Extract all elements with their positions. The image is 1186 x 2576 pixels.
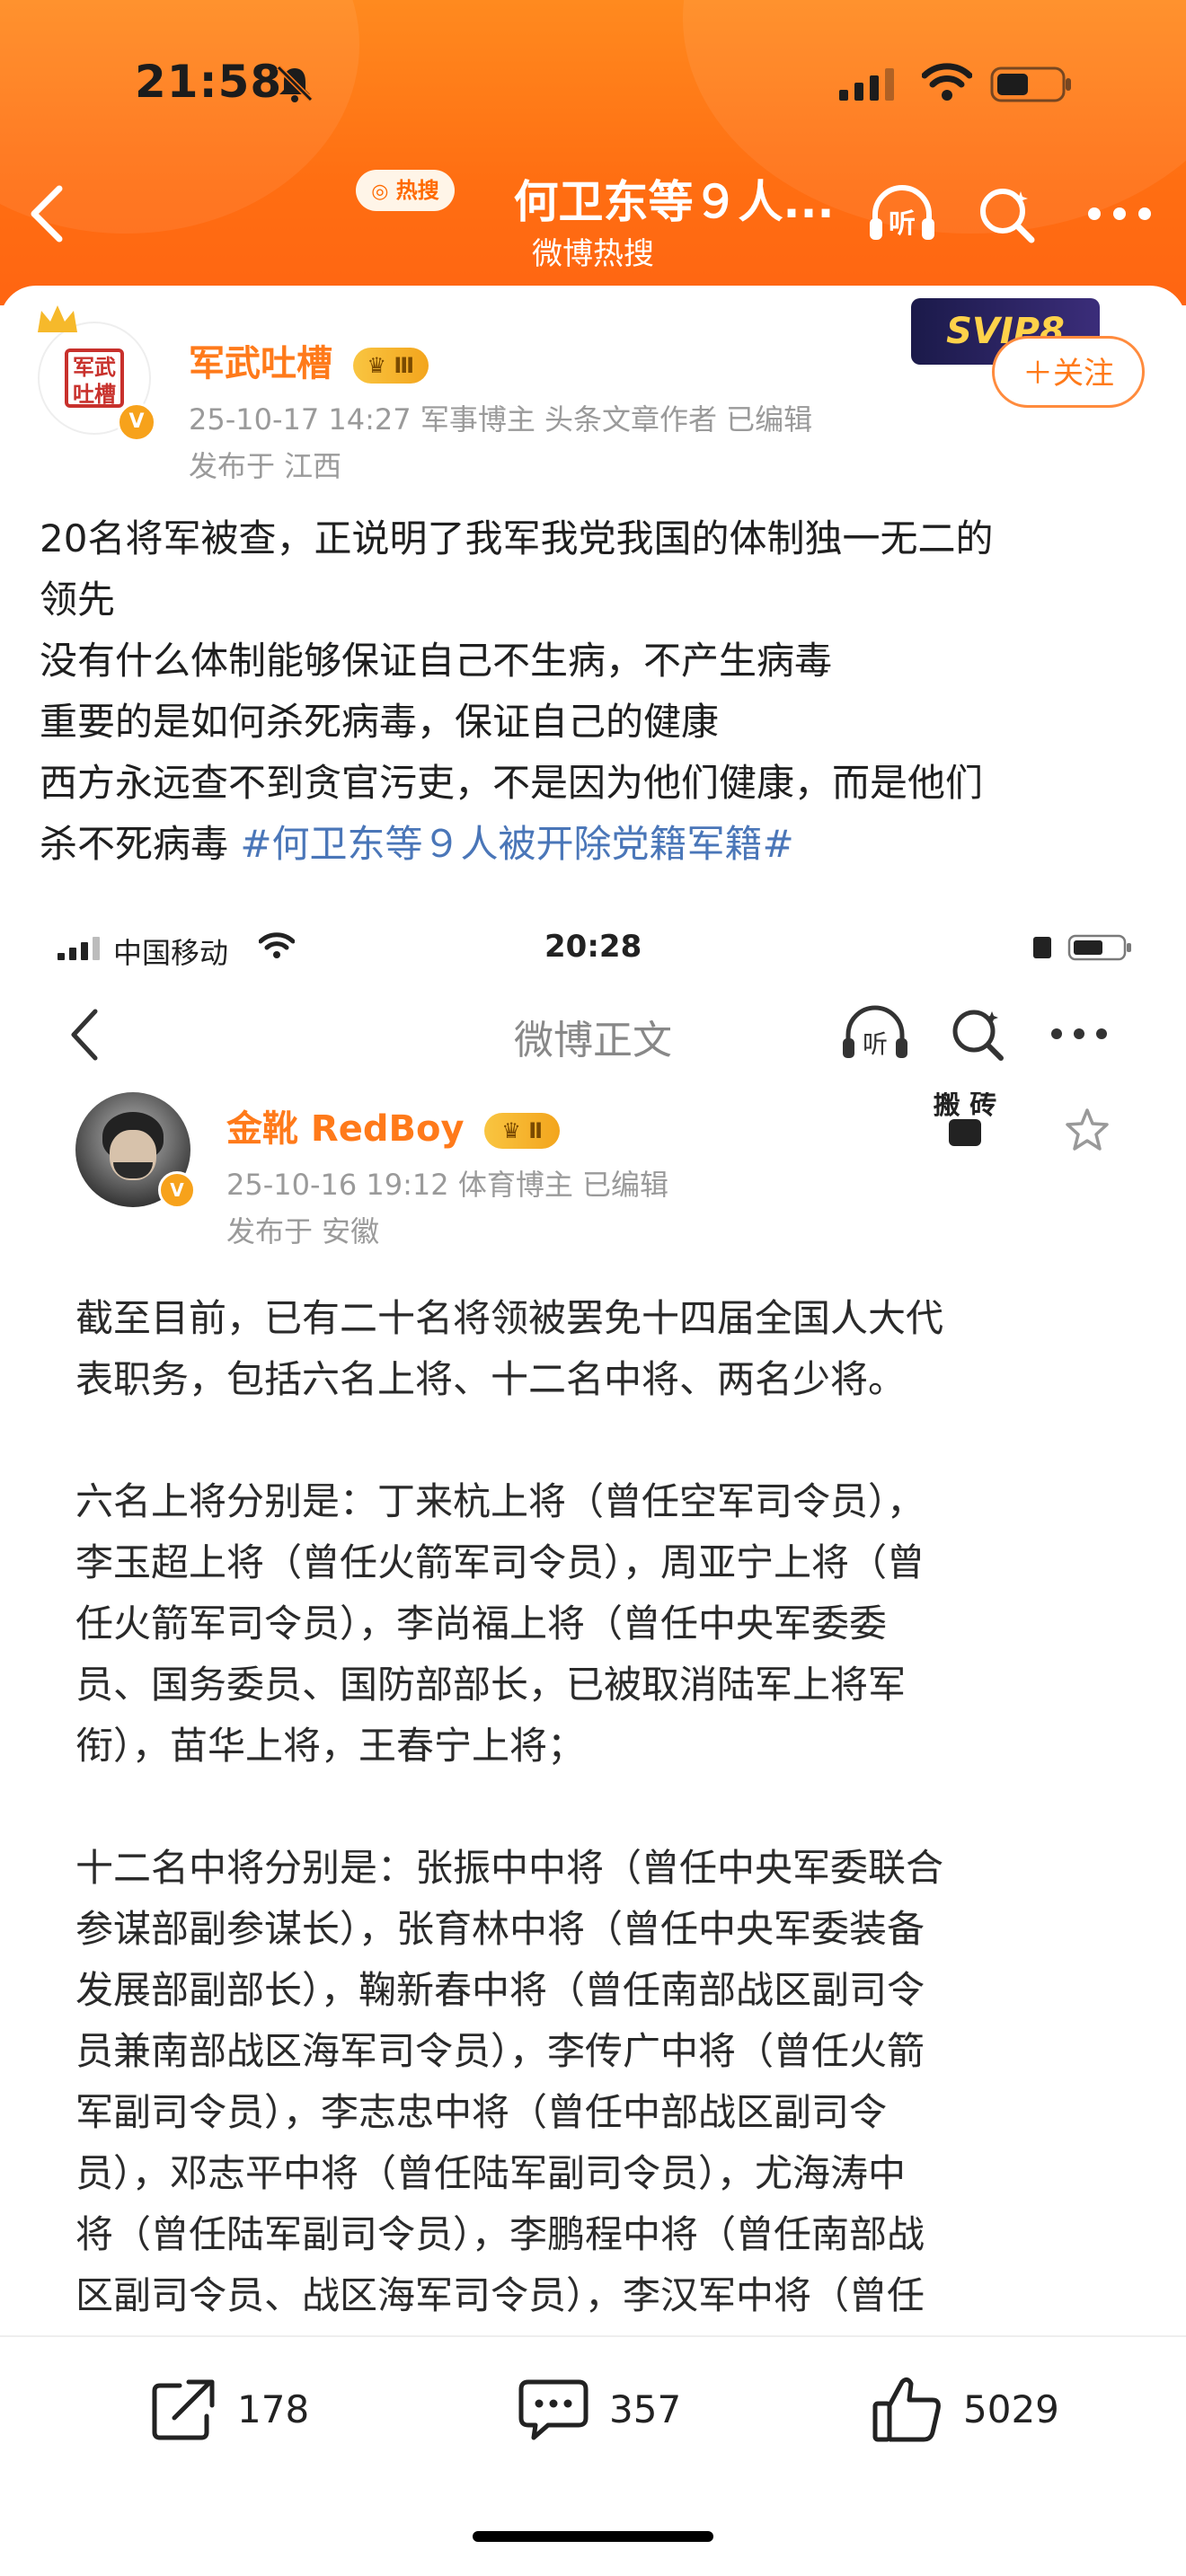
home-indicator[interactable] <box>473 2531 713 2542</box>
inner-line <box>75 1777 1109 1838</box>
inner-line: 参谋部副参谋长），张育林中将（曾任中央军委装备 <box>75 1907 925 1951</box>
page-title: 何卫东等９人... <box>513 176 835 228</box>
post-line: 领先 <box>40 578 116 622</box>
post-line: 20名将军被查，正说明了我军我党我国的体制独一无二的 <box>40 516 994 560</box>
inner-carrier: 中国移动 <box>113 936 229 970</box>
inner-line: 员、国务委员、国防部部长，已被取消陆军上将军 <box>75 1663 907 1707</box>
inner-post-meta: 25-10-16 19:12 体育博主 已编辑 <box>226 1168 668 1202</box>
crown-icon <box>38 305 77 332</box>
inner-line: 员），邓志平中将（曾任陆军副司令员），尤海涛中 <box>75 2151 907 2195</box>
inner-line: 表职务，包括六名上将、十二名中将、两名少将。 <box>75 1357 907 1401</box>
battery-icon <box>990 66 1071 102</box>
inner-line: 员兼南部战区海军司令员），李传广中将（曾任火箭 <box>75 2029 925 2073</box>
post-line: 没有什么体制能够保证自己不生病，不产生病毒 <box>40 639 833 683</box>
comment-icon <box>518 2379 589 2440</box>
listen-icon[interactable]: 听 <box>839 1004 911 1063</box>
search-icon[interactable] <box>978 186 1037 245</box>
inner-line: 发展部副部长），鞠新春中将（曾任南部战区副司令 <box>75 1968 925 2012</box>
signal-icon <box>839 68 894 101</box>
post-line: 重要的是如何杀死病毒，保证自己的健康 <box>40 700 720 744</box>
star-icon[interactable] <box>1064 1107 1111 1153</box>
comment-button[interactable]: 357 <box>518 2337 681 2481</box>
inner-post-location: 发布于 安徽 <box>226 1214 380 1248</box>
inner-post-body: 截至目前，已有二十名将领被罢免十四届全国人大代 表职务，包括六名上将、十二名中将… <box>75 1288 1109 2326</box>
post-meta: 25-10-17 14:27 军事博主 头条文章作者 已编辑 <box>189 402 813 437</box>
inner-line: 截至目前，已有二十名将领被罢免十四届全国人大代 <box>75 1296 944 1340</box>
inner-nav-title: 微博正文 <box>514 1018 672 1063</box>
post-body: 20名将军被查，正说明了我军我党我国的体制独一无二的 领先 没有什么体制能够保证… <box>40 508 1149 875</box>
signal-icon <box>58 937 100 960</box>
search-icon[interactable] <box>951 1006 1006 1062</box>
inner-time: 20:28 <box>544 929 642 965</box>
topic-link[interactable]: #何卫东等９人被开除党籍军籍# <box>240 822 793 866</box>
battery-icon <box>1033 934 1131 961</box>
mute-icon <box>276 65 314 102</box>
more-icon[interactable] <box>1049 1026 1109 1042</box>
inner-line <box>75 1410 1109 1471</box>
inner-line: 衔），苗华上将，王春宁上将； <box>75 1724 586 1768</box>
verified-badge: V <box>117 402 156 442</box>
post-line: 杀不死病毒 #何卫东等９人被开除党籍军籍# <box>40 822 794 866</box>
follow-button[interactable]: ＋关注 <box>992 336 1145 408</box>
svg-text:听: 听 <box>863 1029 888 1059</box>
level-badge: ♛ Ⅱ <box>484 1113 561 1149</box>
wifi-icon <box>922 63 972 101</box>
svg-text:听: 听 <box>889 208 916 240</box>
comment-count: 357 <box>609 2386 682 2431</box>
inner-line: 任火箭军司令员），李尚福上将（曾任中央军委委 <box>75 1601 888 1645</box>
inner-line: 十二名中将分别是：张振中中将（曾任中央军委联合 <box>75 1846 944 1890</box>
status-time: 21:58 <box>135 56 283 108</box>
inner-line: 将（曾任陆军副司令员），李鹏程中将（曾任南部战 <box>75 2212 925 2256</box>
repost-count: 178 <box>237 2386 310 2431</box>
repost-icon <box>152 2379 215 2440</box>
repost-button[interactable]: 178 <box>149 2337 309 2481</box>
inner-line: 李玉超上将（曾任火箭军司令员），周亚宁上将（曾 <box>75 1540 925 1584</box>
author-name[interactable]: 军武吐槽 <box>189 343 332 384</box>
top-header: 21:58 ◎ 热搜 何卫东等９人... 微博热搜 听 <box>0 0 1186 305</box>
post-line: 西方永远查不到贪官污吏，不是因为他们健康，而是他们 <box>40 761 984 805</box>
listen-icon[interactable]: 听 <box>866 182 938 245</box>
like-icon <box>872 2377 941 2442</box>
like-button[interactable]: 5029 <box>872 2337 1059 2481</box>
inner-line: 区副司令员、战区海军司令员），李汉军中将（曾任 <box>75 2273 925 2317</box>
action-bar: 178 357 5029 <box>0 2335 1186 2481</box>
inner-author-name[interactable]: 金靴 RedBoy <box>226 1108 465 1150</box>
post-location: 发布于 江西 <box>189 449 342 483</box>
like-count: 5029 <box>963 2386 1059 2431</box>
inner-line: 六名上将分别是：丁来杭上将（曾任空军司令员）， <box>75 1479 925 1523</box>
inner-line: 军副司令员），李志忠中将（曾任中部战区副司令 <box>75 2090 888 2134</box>
more-icon[interactable] <box>1087 205 1152 223</box>
wifi-icon <box>259 932 295 958</box>
avatar-seal: 军武吐槽 <box>65 348 124 408</box>
verified-badge: V <box>158 1171 196 1209</box>
level-badge: ♛ Ⅲ <box>352 348 429 384</box>
sticker-image: 搬 砖 <box>909 1092 1021 1148</box>
